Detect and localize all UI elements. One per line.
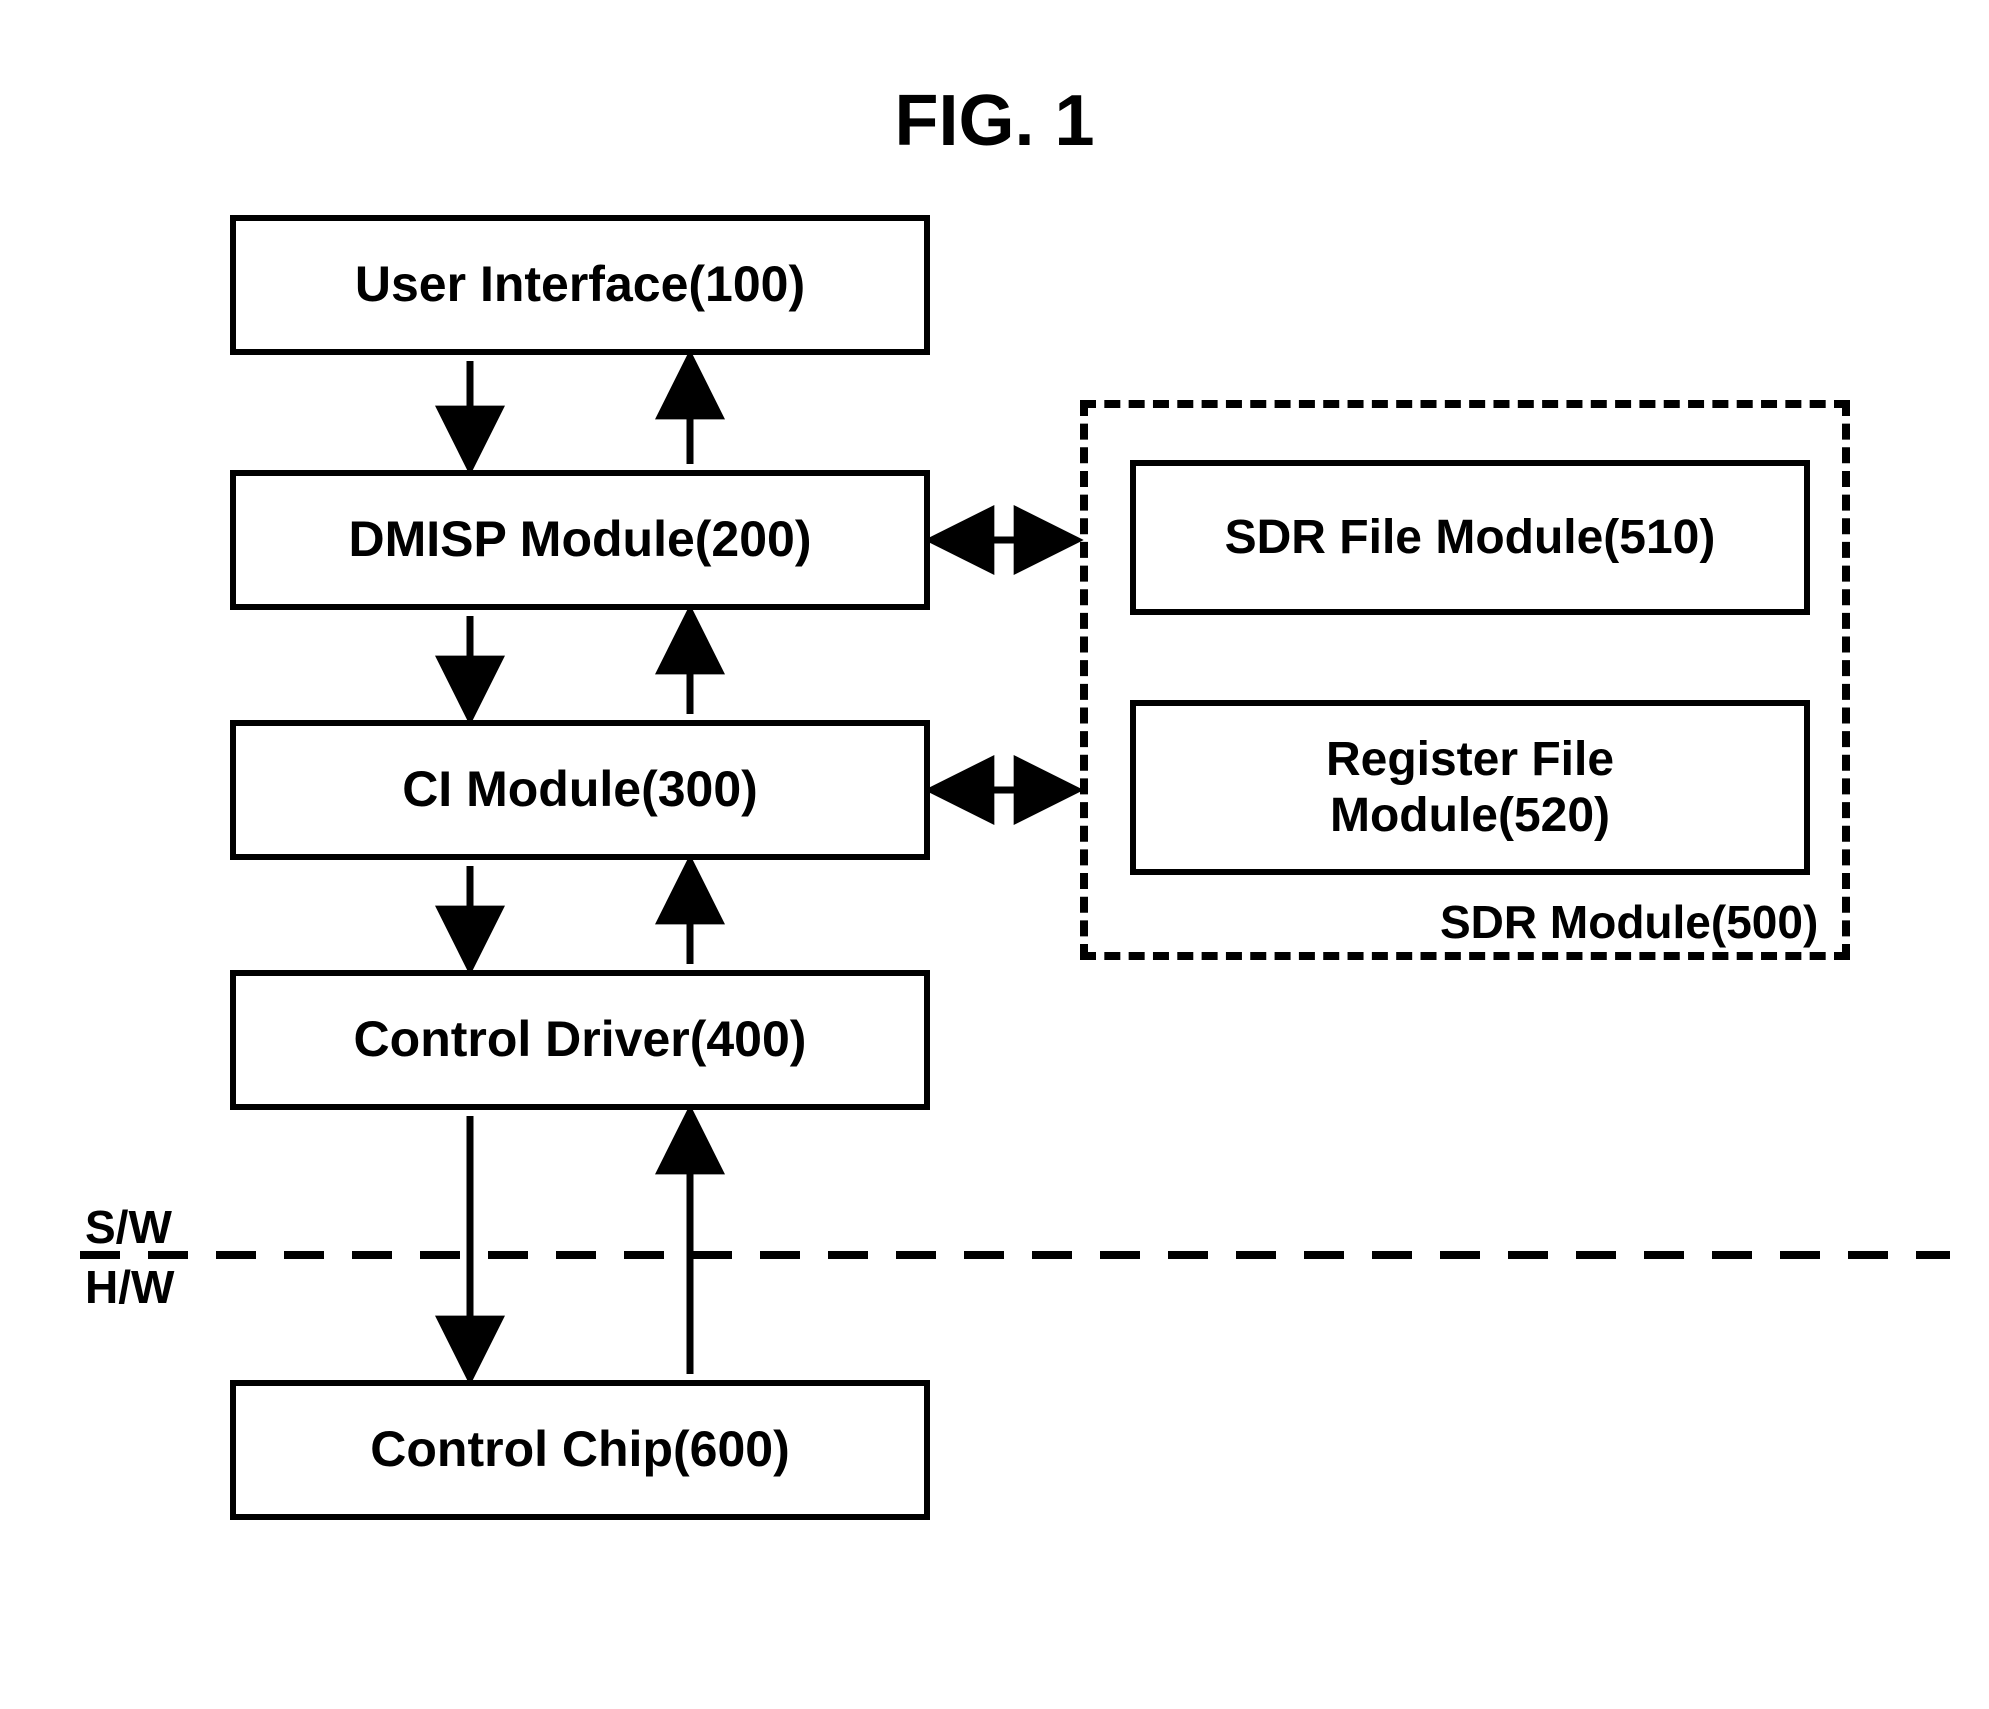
block-ci-module: CI Module(300) [230, 720, 930, 860]
sdr-module-label: SDR Module(500) [1440, 895, 1818, 949]
block-control-driver: Control Driver(400) [230, 970, 930, 1110]
hw-label: H/W [85, 1260, 174, 1314]
block-dmisp-module: DMISP Module(200) [230, 470, 930, 610]
block-control-chip: Control Chip(600) [230, 1380, 930, 1520]
block-user-interface: User Interface(100) [230, 215, 930, 355]
sw-label: S/W [85, 1200, 172, 1254]
figure-title: FIG. 1 [0, 80, 1989, 162]
block-sdr-file-module: SDR File Module(510) [1130, 460, 1810, 615]
block-register-file-module: Register File Module(520) [1130, 700, 1810, 875]
